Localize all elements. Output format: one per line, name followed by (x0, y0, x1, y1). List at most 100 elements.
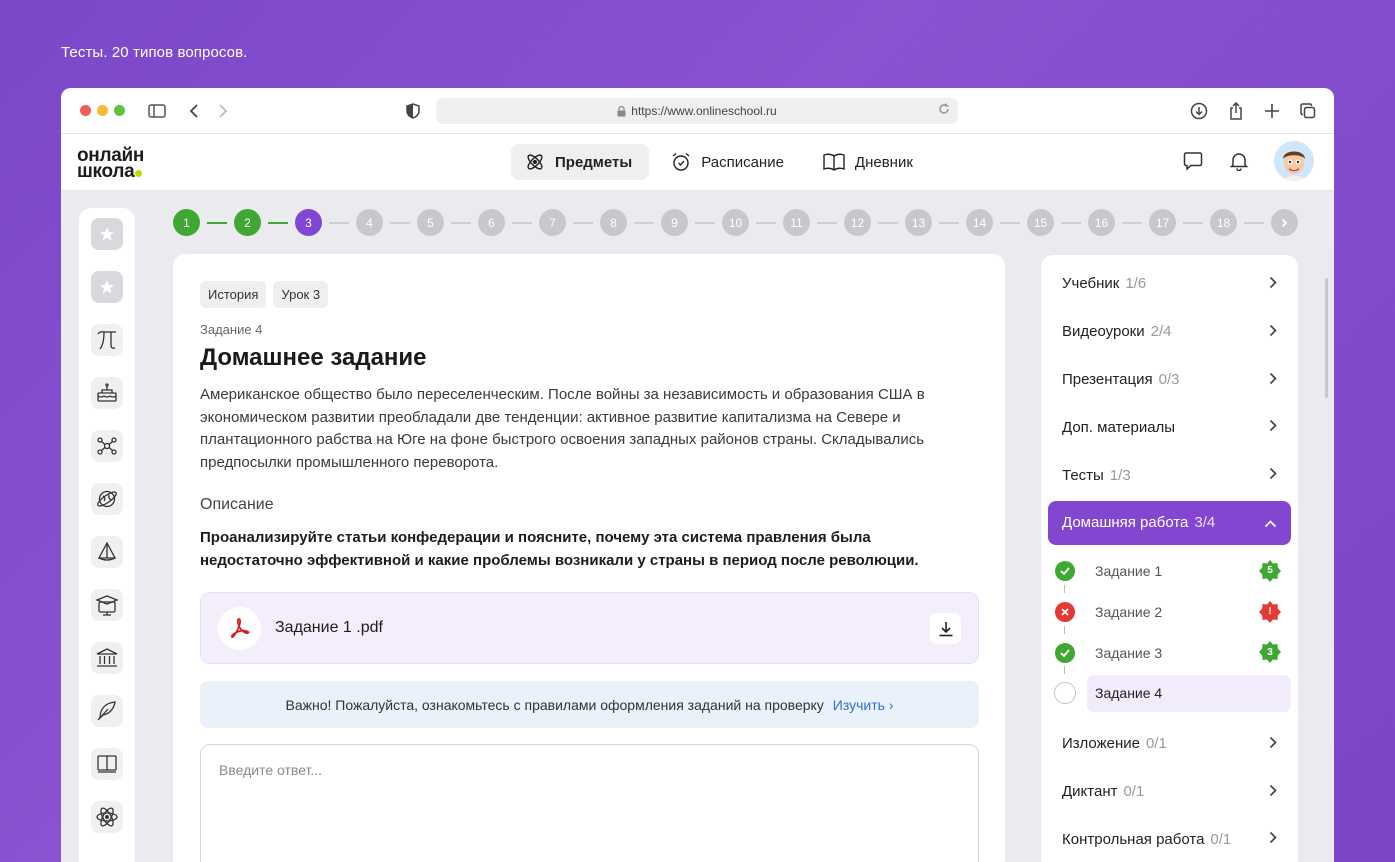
logo[interactable]: онлайн школа (77, 146, 144, 181)
materials-item-tests[interactable]: Тесты 1/3 (1048, 451, 1291, 499)
attachment-name[interactable]: Задание 1 .pdf (275, 619, 383, 637)
zoom-window-button[interactable] (114, 105, 125, 116)
downloads-icon[interactable] (1189, 101, 1209, 121)
avatar[interactable] (1274, 141, 1314, 181)
subtask-item-current[interactable]: Задание 4 (1048, 673, 1291, 714)
new-tab-icon[interactable] (1262, 101, 1282, 121)
star-icon (100, 227, 114, 241)
graduation-icon (95, 595, 119, 616)
book-icon (97, 755, 117, 773)
pi-icon (97, 331, 116, 350)
reload-icon[interactable] (938, 103, 950, 118)
window-controls (80, 105, 125, 116)
privacy-shield-icon[interactable] (403, 101, 423, 121)
sidebar-item-math[interactable] (91, 324, 123, 356)
step-14[interactable]: 14 (966, 209, 993, 236)
tabs-overview-icon[interactable] (1298, 101, 1318, 121)
step-9[interactable]: 9 (661, 209, 688, 236)
step-connector (390, 221, 410, 224)
sidebar-item-chemistry[interactable] (91, 430, 123, 462)
answer-input[interactable] (219, 762, 960, 862)
notice-link[interactable]: Изучить › (833, 697, 894, 713)
download-button[interactable] (930, 613, 961, 644)
step-connector (695, 221, 715, 224)
chat-icon[interactable] (1182, 150, 1204, 172)
materials-item-essay[interactable]: Изложение 0/1 (1048, 720, 1291, 768)
browser-toolbar: https://www.onlineschool.ru (61, 88, 1334, 134)
grade-value: 5 (1267, 565, 1273, 577)
step-connector (817, 221, 837, 224)
app-header: онлайн школа Предметы Расписание Дневник (61, 134, 1334, 191)
step-8[interactable]: 8 (600, 209, 627, 236)
sidebar-item-reading[interactable] (91, 748, 123, 780)
subtask-item[interactable]: Задание 1 5 (1048, 551, 1291, 593)
minimize-window-button[interactable] (97, 105, 108, 116)
step-connector (268, 221, 288, 224)
materials-list-top: Учебник 1/6 Видеоуроки 2/4 Презентация 0/3 … (1048, 260, 1291, 499)
sidebar-item-education[interactable] (91, 589, 123, 621)
step-18[interactable]: 18 (1210, 209, 1237, 236)
sidebar-item-cooking[interactable] (91, 377, 123, 409)
chevron-right-icon (1281, 218, 1288, 227)
tag-subject[interactable]: История (200, 281, 267, 308)
steps-next-button[interactable] (1271, 209, 1298, 236)
sidebar-toggle-icon[interactable] (147, 101, 167, 121)
atom-icon (527, 154, 543, 170)
address-bar[interactable]: https://www.onlineschool.ru (436, 98, 958, 124)
step-2[interactable]: 2 (234, 209, 261, 236)
materials-item-presentation[interactable]: Презентация 0/3 (1048, 356, 1291, 404)
rules-notice: Важно! Пожалуйста, ознакомьтесь с правил… (200, 681, 979, 728)
sidebar-item-favorite-2[interactable] (91, 271, 123, 303)
materials-item-extra[interactable]: Доп. материалы (1048, 403, 1291, 451)
answer-field[interactable] (200, 744, 979, 862)
sidebar-item-physics[interactable] (91, 801, 123, 833)
empty-circle-icon (1054, 682, 1076, 705)
sidebar-item-geography[interactable] (91, 483, 123, 515)
forward-icon[interactable] (213, 101, 233, 121)
chevron-right-icon (1269, 324, 1277, 341)
nav-diary[interactable]: Дневник (809, 144, 930, 180)
description-label: Описание (200, 496, 274, 513)
materials-item-control[interactable]: Контрольная работа 0/1 (1048, 815, 1291, 862)
sidebar-item-favorite-1[interactable] (91, 218, 123, 250)
nav-subjects[interactable]: Предметы (511, 144, 650, 180)
step-1[interactable]: 1 (173, 209, 200, 236)
attachment[interactable]: Задание 1 .pdf (200, 592, 979, 664)
bell-icon[interactable] (1228, 150, 1250, 172)
molecule-icon (97, 437, 117, 455)
museum-icon (96, 648, 118, 667)
materials-item-homework[interactable]: Домашняя работа 3/4 (1048, 500, 1291, 545)
sidebar-item-literature[interactable] (91, 695, 123, 727)
subtask-item[interactable]: Задание 2 ! (1048, 592, 1291, 634)
materials-item-count: 0/1 (1123, 782, 1145, 800)
step-4[interactable]: 4 (356, 209, 383, 236)
scrollbar[interactable] (1325, 278, 1328, 398)
step-7[interactable]: 7 (539, 209, 566, 236)
subtask-label: Задание 4 (1087, 674, 1291, 712)
step-15[interactable]: 15 (1027, 209, 1054, 236)
materials-item-textbook[interactable]: Учебник 1/6 (1048, 260, 1291, 308)
step-13[interactable]: 13 (905, 209, 932, 236)
materials-item-dictation[interactable]: Диктант 0/1 (1048, 768, 1291, 816)
logo-dot (135, 170, 143, 177)
step-10[interactable]: 10 (722, 209, 749, 236)
step-16[interactable]: 16 (1088, 209, 1115, 236)
sidebar-item-geometry[interactable] (91, 536, 123, 568)
close-window-button[interactable] (80, 105, 91, 116)
materials-item-videos[interactable]: Видеоуроки 2/4 (1048, 308, 1291, 356)
step-6[interactable]: 6 (478, 209, 505, 236)
check-icon (1055, 642, 1075, 663)
share-icon[interactable] (1226, 101, 1246, 121)
task-text: Американское общество было переселенческ… (200, 386, 925, 471)
back-icon[interactable] (184, 101, 204, 121)
nav-schedule[interactable]: Расписание (657, 144, 801, 180)
step-17[interactable]: 17 (1149, 209, 1176, 236)
step-12[interactable]: 12 (844, 209, 871, 236)
subtask-item[interactable]: Задание 3 3 (1048, 632, 1291, 675)
sidebar-item-history[interactable] (91, 642, 123, 674)
step-3[interactable]: 3 (295, 209, 322, 236)
step-11[interactable]: 11 (783, 209, 810, 236)
tag-lesson[interactable]: Урок 3 (273, 281, 329, 308)
chevron-right-icon (1269, 419, 1277, 436)
step-5[interactable]: 5 (417, 209, 444, 236)
